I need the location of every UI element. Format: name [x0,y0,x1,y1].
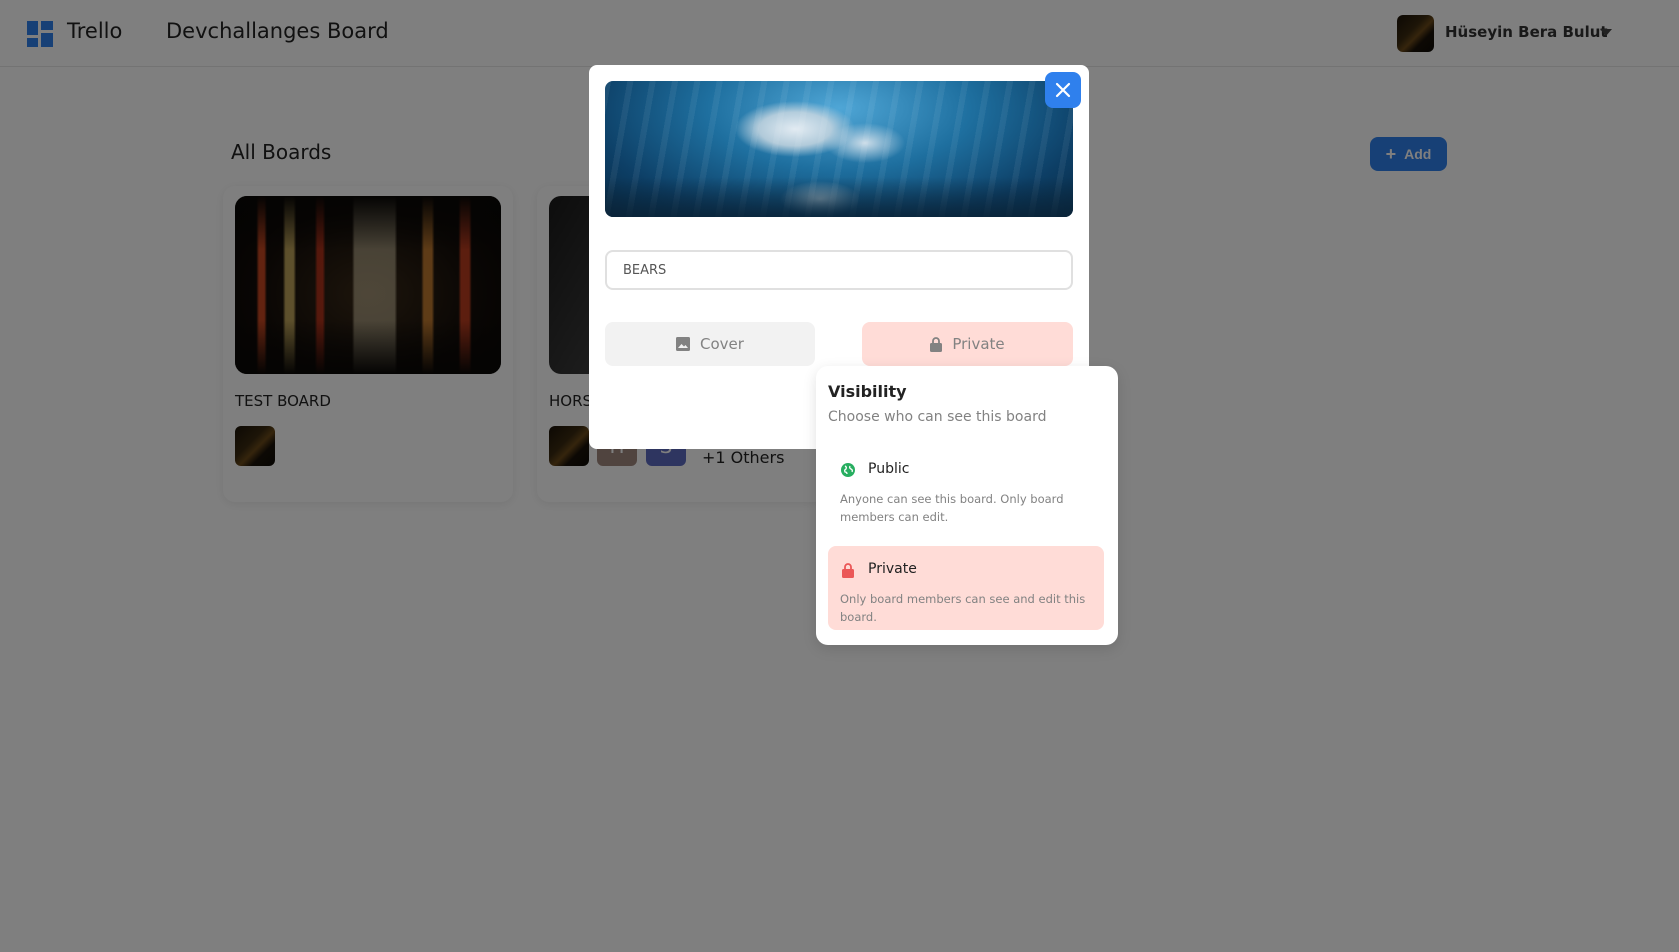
close-icon [1055,82,1071,98]
page: Trello Devchallanges Board Hüseyin Bera … [0,0,1679,952]
popover-title: Visibility [828,382,907,401]
option-description: Anyone can see this board. Only board me… [840,492,1064,524]
modal-cover-image [605,81,1073,217]
visibility-popover: Visibility Choose who can see this board… [816,366,1118,645]
visibility-option-private[interactable]: Private Only board members can see and e… [828,546,1104,630]
board-title-input[interactable] [605,250,1073,290]
option-label: Private [868,561,917,577]
visibility-option-public[interactable]: Public Anyone can see this board. Only b… [828,446,1104,530]
lock-icon [842,563,854,578]
lock-icon [930,336,943,352]
popover-subtitle: Choose who can see this board [828,409,1047,425]
close-button[interactable] [1045,72,1081,108]
globe-icon [841,463,855,477]
option-label: Public [868,461,910,477]
visibility-button-label: Private [952,335,1005,353]
image-icon [676,337,691,351]
option-description: Only board members can see and edit this… [840,592,1086,624]
cover-button-label: Cover [700,335,744,353]
visibility-button[interactable]: Private [862,322,1073,366]
cover-button[interactable]: Cover [605,322,815,366]
